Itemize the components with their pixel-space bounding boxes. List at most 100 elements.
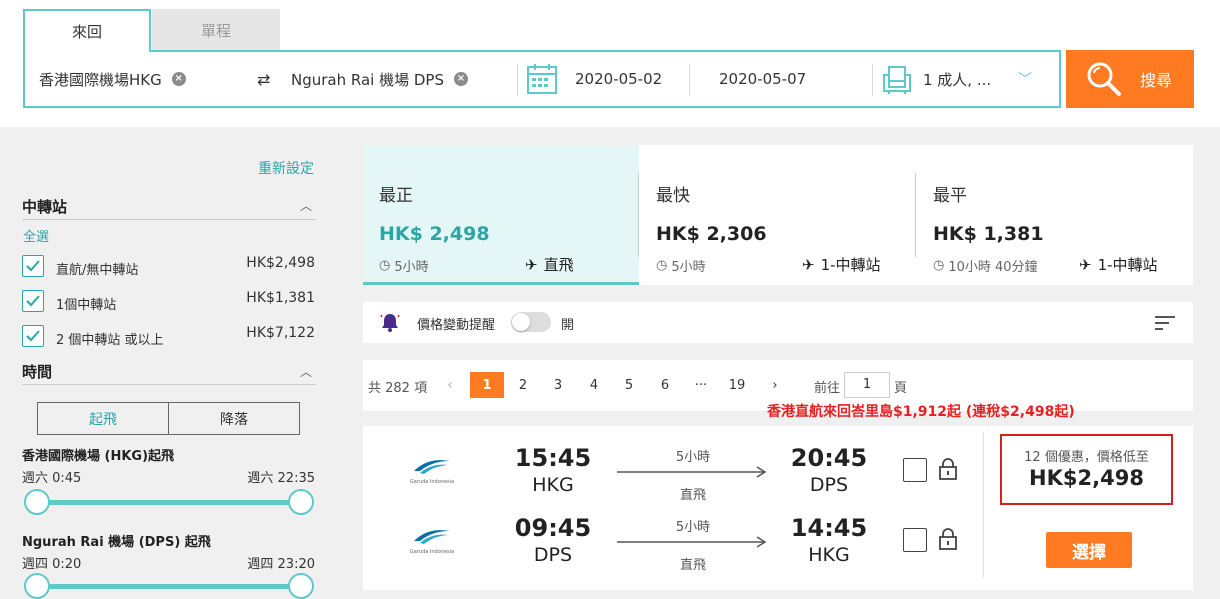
tab-roundtrip[interactable]: 來回 bbox=[23, 9, 151, 52]
page-5[interactable]: 5 bbox=[612, 372, 646, 398]
page-6[interactable]: 6 bbox=[648, 372, 682, 398]
prev-page-icon[interactable]: ‹ bbox=[433, 372, 467, 398]
stop-option-two-plus[interactable]: 2 個中轉站 或以上 HK$7,122 bbox=[22, 325, 315, 349]
depart-time: 15:45 bbox=[514, 444, 592, 472]
reset-link[interactable]: 重新設定 bbox=[258, 158, 314, 178]
plane-icon: ✈ bbox=[525, 255, 538, 274]
slider-handle-max[interactable] bbox=[288, 573, 314, 599]
goto-page-input[interactable]: 1 bbox=[844, 372, 890, 398]
deal-box[interactable]: 12 個優惠，價格低至 HK$2,498 bbox=[1000, 434, 1173, 505]
page-ellipsis[interactable]: ··· bbox=[684, 372, 718, 398]
select-button[interactable]: 選擇 bbox=[1046, 532, 1132, 568]
summary-duration: ◷ 5小時 bbox=[656, 256, 706, 275]
stop-option-label: 1個中轉站 bbox=[56, 298, 117, 313]
checkbox-checked-icon[interactable] bbox=[22, 325, 44, 347]
stop-option-price: HK$1,381 bbox=[246, 290, 315, 306]
search-bar: 香港國際機場HKG × ⇄ Ngurah Rai 機場 DPS × 2020-0… bbox=[23, 50, 1061, 108]
page-19[interactable]: 19 bbox=[720, 372, 754, 398]
takeoff-tab[interactable]: 起飛 bbox=[38, 403, 169, 434]
slider-handle-min[interactable] bbox=[24, 573, 50, 599]
calendar-icon[interactable] bbox=[527, 52, 557, 106]
clear-destination-icon[interactable]: × bbox=[454, 72, 468, 86]
summary-price: HK$ 2,498 bbox=[379, 223, 490, 245]
summary-price: HK$ 2,306 bbox=[656, 223, 767, 245]
next-page-icon[interactable]: › bbox=[758, 372, 792, 398]
origin-time-slider[interactable] bbox=[36, 500, 300, 505]
clock-icon: ◷ bbox=[379, 258, 391, 273]
arrive-time: 20:45 bbox=[790, 444, 868, 472]
total-count: 共 282 項 bbox=[368, 381, 428, 396]
plane-icon: ✈ bbox=[802, 255, 815, 274]
summary-title: 最快 bbox=[656, 186, 690, 206]
price-alert-bar: 價格變動提醒 開 bbox=[363, 302, 1193, 343]
promo-banner[interactable]: 香港直航來回峇里島$1,912起 (連稅$2,498起) bbox=[767, 401, 1075, 421]
time-title: 時間 bbox=[22, 363, 53, 381]
origin-field[interactable]: 香港國際機場HKG × bbox=[39, 52, 186, 106]
checkbox-checked-icon[interactable] bbox=[22, 290, 44, 312]
outbound-leg: Garuda Indonesia 15:45 HKG 5小時 直飛 20:45 … bbox=[363, 442, 983, 503]
price-alert-label: 價格變動提醒 bbox=[417, 318, 496, 333]
price-alert-state: 開 bbox=[561, 318, 575, 333]
stop-option-label: 2 個中轉站 或以上 bbox=[56, 333, 164, 348]
swap-icon[interactable]: ⇄ bbox=[257, 52, 270, 106]
dest-time-label: Ngurah Rai 機場 (DPS) 起飛 bbox=[22, 535, 211, 550]
bell-icon bbox=[380, 314, 400, 332]
return-date[interactable]: 2020-05-07 bbox=[719, 52, 806, 106]
price-alert-toggle[interactable] bbox=[511, 312, 551, 332]
chevron-down-icon[interactable]: ﹀ bbox=[1018, 52, 1032, 106]
summary-cheapest[interactable]: 最平 HK$ 1,381 ◷ 10小時 40分鐘 ✈ 1-中轉站 bbox=[917, 145, 1193, 285]
leg-checkbox[interactable] bbox=[903, 458, 927, 482]
stop-option-nonstop[interactable]: 直航/無中轉站 HK$2,498 bbox=[22, 255, 315, 279]
deal-label: 12 個優惠，價格低至 bbox=[1024, 450, 1149, 465]
leg-checkbox[interactable] bbox=[903, 528, 927, 552]
takeoff-landing-toggle: 起飛 降落 bbox=[37, 402, 300, 435]
tab-oneway[interactable]: 單程 bbox=[152, 9, 280, 51]
stop-option-one[interactable]: 1個中轉站 HK$1,381 bbox=[22, 290, 315, 314]
slider-handle-min[interactable] bbox=[24, 489, 50, 515]
sort-icon[interactable] bbox=[1155, 315, 1175, 331]
lock-icon[interactable] bbox=[939, 528, 957, 550]
summary-title: 最正 bbox=[379, 186, 413, 206]
arrow-right-icon bbox=[617, 536, 767, 548]
divider bbox=[517, 64, 518, 96]
arrive-time: 14:45 bbox=[790, 514, 868, 542]
clear-origin-icon[interactable]: × bbox=[171, 72, 186, 86]
checkbox-checked-icon[interactable] bbox=[22, 255, 44, 277]
search-icon bbox=[1087, 62, 1121, 96]
divider bbox=[983, 432, 984, 578]
divider bbox=[638, 173, 639, 257]
summary-fastest[interactable]: 最快 HK$ 2,306 ◷ 5小時 ✈ 1-中轉站 bbox=[640, 145, 916, 285]
arrive-airport: DPS bbox=[809, 474, 849, 496]
deal-price: HK$2,498 bbox=[1029, 466, 1144, 490]
dest-time-min: 週四 0:20 bbox=[22, 557, 82, 572]
destination-field[interactable]: Ngurah Rai 機場 DPS × bbox=[291, 52, 468, 106]
page-3[interactable]: 3 bbox=[541, 372, 575, 398]
stops-text: 1-中轉站 bbox=[1097, 256, 1158, 274]
dest-time-slider[interactable] bbox=[36, 584, 300, 589]
select-all-link[interactable]: 全選 bbox=[23, 226, 49, 245]
airline-logo-text: Garuda Indonesia bbox=[409, 479, 455, 485]
chevron-up-icon[interactable]: ︿ bbox=[300, 363, 312, 380]
airline-logo: Garuda Indonesia bbox=[407, 516, 457, 566]
slider-handle-max[interactable] bbox=[288, 489, 314, 515]
page-2[interactable]: 2 bbox=[506, 372, 540, 398]
origin-time-label: 香港國際機場 (HKG)起飛 bbox=[22, 449, 175, 464]
landing-tab[interactable]: 降落 bbox=[169, 403, 299, 434]
passenger-select[interactable]: 1 成人, ... bbox=[923, 52, 991, 106]
duration-text: 5小時 bbox=[394, 260, 429, 275]
depart-date[interactable]: 2020-05-02 bbox=[575, 52, 662, 106]
duration-text: 5小時 bbox=[671, 260, 706, 275]
page-1[interactable]: 1 bbox=[470, 372, 504, 398]
depart-airport: DPS bbox=[533, 544, 573, 566]
summary-best[interactable]: 最正 HK$ 2,498 ◷ 5小時 ✈ 直飛 bbox=[363, 145, 639, 285]
stop-option-price: HK$2,498 bbox=[246, 255, 315, 271]
arrive-airport: HKG bbox=[808, 544, 850, 566]
summary-title: 最平 bbox=[933, 186, 967, 206]
chevron-up-icon[interactable]: ︿ bbox=[300, 197, 312, 214]
divider bbox=[872, 64, 873, 96]
lock-icon[interactable] bbox=[939, 458, 957, 480]
search-button[interactable]: 搜尋 bbox=[1066, 50, 1194, 108]
page-4[interactable]: 4 bbox=[577, 372, 611, 398]
page-suffix: 頁 bbox=[894, 381, 908, 396]
search-button-label: 搜尋 bbox=[1140, 71, 1173, 90]
